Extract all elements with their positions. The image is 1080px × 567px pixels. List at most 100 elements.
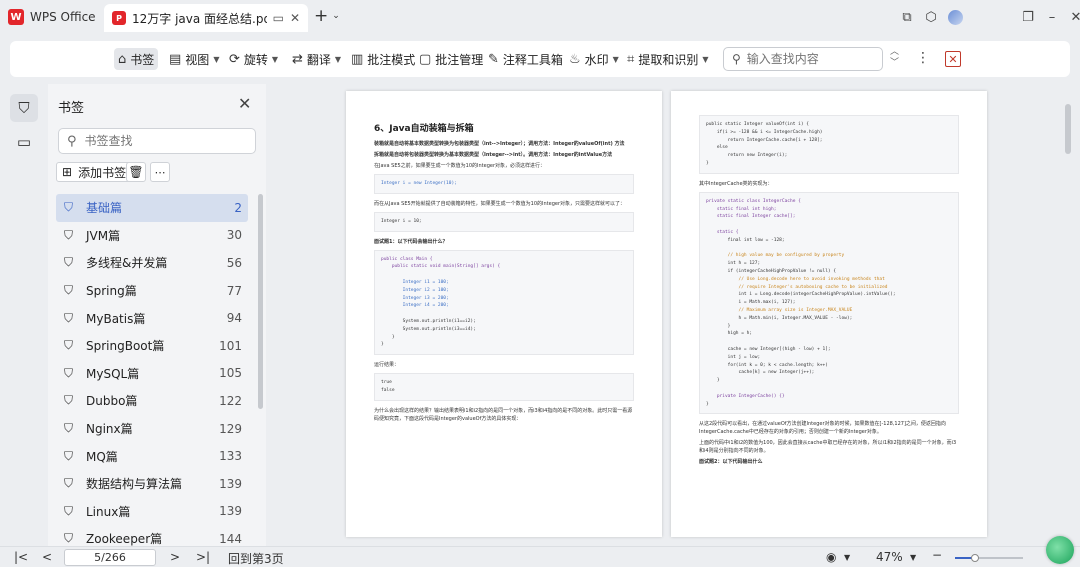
document-tab[interactable]: P 12万字 java 面经总结.pdf ▭ ✕ [104, 4, 308, 32]
bookmark-label: 数据结构与算法篇 [86, 477, 183, 492]
rail-comment-icon[interactable]: ▭ [10, 128, 38, 156]
code-line: public static Integer valueOf(int i) { [706, 122, 809, 127]
zoom-level[interactable]: 47% [876, 550, 903, 564]
bookmark-icon: ⛉ [64, 310, 74, 325]
find-search-input[interactable] [746, 52, 857, 66]
bookmark-item[interactable]: ⛉ MyBatis篇 94 [56, 304, 248, 332]
code-line: int i = Long.decode(integerCacheHighProp… [706, 292, 896, 298]
code-line: private static class IntegerCache { [706, 198, 801, 204]
code-line: } [706, 160, 709, 166]
code-block: public static Integer valueOf(int i) { i… [699, 115, 959, 174]
code-line: i = Math.max(i, 127); [706, 300, 796, 306]
page-number-input[interactable] [64, 549, 156, 566]
left-rail: ⛉ ▭ [0, 84, 48, 546]
bookmark-item[interactable]: ⛉ JVM篇 30 [56, 222, 248, 250]
zoom-slider-handle[interactable] [971, 554, 980, 562]
monitor-icon[interactable]: ▭ [273, 11, 284, 25]
chevron-down-icon: ▼ [213, 54, 220, 64]
copy-window-icon[interactable]: ⧉ [895, 8, 919, 26]
avatar[interactable] [943, 8, 967, 26]
chevron-down-icon[interactable]: ⌄ [332, 11, 340, 21]
more-options-icon[interactable]: ⋮ [916, 50, 930, 66]
bookmark-item[interactable]: ⛉ 数据结构与算法篇 139 [56, 470, 248, 498]
chevron-down-icon[interactable]: ▼ [844, 553, 850, 562]
add-bookmark-button[interactable]: ⊞ 添加书签 [56, 162, 133, 182]
close-toolbar-icon[interactable]: ✕ [945, 51, 961, 67]
bookmark-search-input[interactable] [84, 134, 235, 148]
code-line: true [381, 380, 392, 386]
bookmark-item[interactable]: ⛉ Nginx篇 129 [56, 415, 248, 443]
prev-page-icon[interactable]: < [42, 550, 52, 564]
toolbar-view-button[interactable]: ▤ 视图 ▼ [165, 48, 223, 70]
bookmark-item[interactable]: ⛉ Zookeeper篇 144 [56, 525, 248, 546]
paragraph: 拆箱就是自动将包装器类型转换为基本数据类型（Integer-->int）。调用方… [374, 152, 613, 158]
toolbar-extract-button[interactable]: ⌗ 提取和识别 ▼ [623, 48, 713, 70]
find-search-box[interactable]: ⚲ [723, 47, 883, 71]
bookmark-icon: ⛉ [64, 448, 74, 463]
toolbar-bookmark-button[interactable]: ⌂ 书签 [114, 48, 159, 70]
code-line: System.out.println(i1==i2); [381, 318, 476, 324]
close-window-icon[interactable]: ✕ [1064, 8, 1080, 26]
bookmark-page: 139 [219, 476, 242, 491]
bookmark-item[interactable]: ⛉ MySQL篇 105 [56, 360, 248, 388]
tab-close-icon[interactable]: ✕ [290, 11, 300, 25]
bookmark-page: 105 [219, 366, 242, 381]
toolbar: ⌂ 书签 ▤ 视图 ▼ ⟳ 旋转 ▼ ⇄ 翻译 ▼ ▥ 批注模式 ▢ 批注管理 ✎ 注释工具箱 ♨ 水… [10, 41, 1070, 77]
new-tab-button[interactable]: + ⌄ [314, 6, 340, 26]
bookmark-page: 139 [219, 504, 242, 519]
bookmark-item[interactable]: ⛉ SpringBoot篇 101 [56, 332, 248, 360]
pdf-page-left: 6、Java自动装箱与拆箱 装箱就是自动将基本数据类型转换为包装器类型（int-… [346, 91, 662, 537]
assistant-icon[interactable] [1046, 536, 1074, 564]
panel-title: 书签 [58, 101, 85, 116]
code-line: // require Integer's autoboxing cache to… [706, 284, 888, 290]
toolbar-label: 旋转 [243, 52, 268, 67]
rail-bookmark-icon[interactable]: ⛉ [10, 94, 38, 122]
eye-icon[interactable]: ◉ [826, 550, 836, 564]
toolbar-annotation-mode-button[interactable]: ▥ 批注模式 [347, 48, 419, 70]
panel-close-icon[interactable]: ✕ [238, 94, 251, 113]
bookmark-item[interactable]: ⛉ Linux篇 139 [56, 498, 248, 526]
last-page-icon[interactable]: >| [196, 550, 210, 564]
code-line: high = h; [706, 331, 753, 337]
bookmark-item[interactable]: ⛉ Dubbo篇 122 [56, 387, 248, 415]
first-page-icon[interactable]: |< [14, 550, 28, 564]
zoom-slider[interactable] [955, 554, 1023, 562]
bookmark-icon: ⛉ [64, 200, 74, 215]
chevron-up-icon[interactable]: ︿ [890, 47, 899, 58]
add-bookmark-icon: ⊞ [62, 165, 73, 179]
bookmark-item[interactable]: ⛉ Spring篇 77 [56, 277, 248, 305]
back-to-page-link[interactable]: 回到第3页 [228, 550, 284, 567]
bookmark-label: MySQL篇 [86, 366, 140, 381]
restore-window-icon[interactable]: ❐ [1016, 8, 1040, 26]
toolbar-translate-button[interactable]: ⇄ 翻译 ▼ [288, 48, 345, 70]
extract-icon: ⌗ [627, 51, 635, 67]
code-line: Integer i2 = 100; [381, 287, 449, 293]
bookmark-icon: ⛉ [64, 476, 74, 491]
delete-bookmark-icon[interactable]: 🗑 [126, 162, 146, 182]
toolbar-rotate-button[interactable]: ⟳ 旋转 ▼ [225, 48, 282, 70]
chevron-down-icon[interactable]: ﹀ [890, 58, 899, 69]
chevron-down-icon[interactable]: ▼ [910, 553, 916, 562]
code-block: public class Main { public static void m… [374, 249, 634, 356]
bookmark-page: 77 [226, 283, 242, 298]
document-scrollbar[interactable] [1065, 104, 1071, 154]
chevron-down-icon: ▼ [334, 54, 342, 64]
next-page-icon[interactable]: > [170, 550, 180, 564]
bookmark-page: 94 [226, 311, 242, 326]
code-line: // Use Long.decode here to avoid invokin… [706, 276, 885, 282]
bookmark-item[interactable]: ⛉ 多线程&并发篇 56 [56, 249, 248, 277]
pdf-page-right: public static Integer valueOf(int i) { i… [671, 91, 987, 537]
toolbar-annotation-toolbox-button[interactable]: ✎ 注释工具箱 [484, 48, 567, 70]
panel-scrollbar[interactable] [258, 194, 263, 409]
window-buttons: ❐ – ✕ [1016, 8, 1080, 26]
cube-icon[interactable]: ⬡ [919, 8, 943, 26]
zoom-out-icon[interactable]: − [932, 548, 942, 562]
bookmark-item[interactable]: ⛉ 基础篇 2 [56, 194, 248, 222]
bookmark-item[interactable]: ⛉ MQ篇 133 [56, 442, 248, 470]
app-home-button[interactable]: W WPS Office [8, 6, 96, 28]
toolbar-comment-manage-button[interactable]: ▢ 批注管理 [415, 48, 487, 70]
more-icon[interactable]: ⋯ [150, 162, 170, 182]
bookmark-search-box[interactable]: ⚲ [58, 128, 256, 154]
toolbar-watermark-button[interactable]: ♨ 水印 ▼ [565, 48, 623, 70]
minimize-icon[interactable]: – [1040, 8, 1064, 26]
